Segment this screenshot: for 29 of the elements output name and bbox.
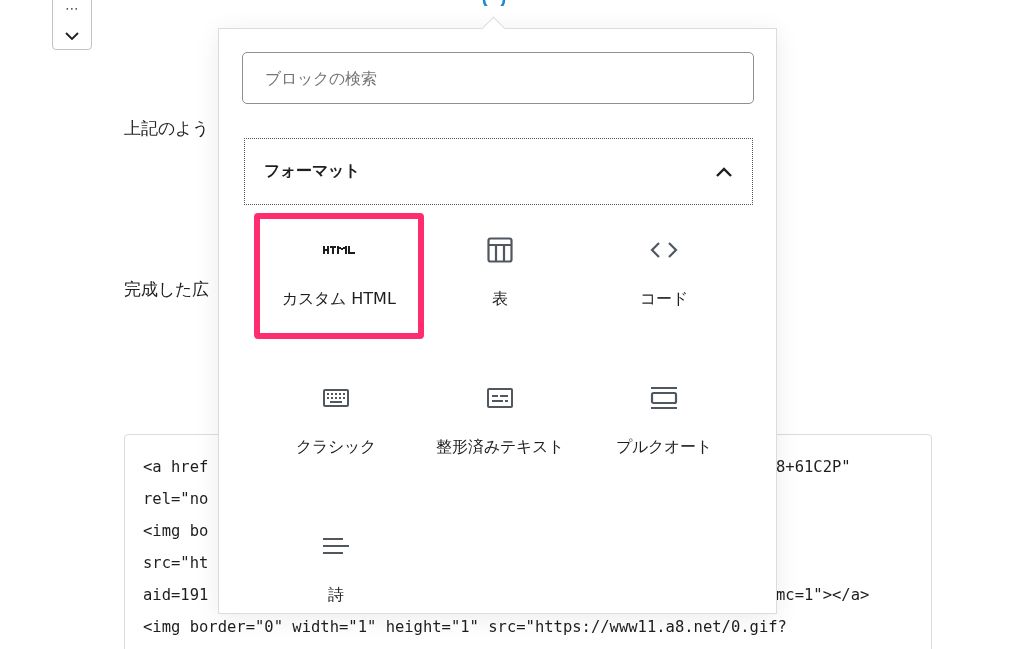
paragraph: 上記のよう — [124, 117, 209, 140]
pullquote-icon — [650, 386, 678, 410]
verse-icon — [323, 537, 349, 555]
code-icon — [650, 242, 678, 258]
code-text: <a href — [143, 458, 209, 476]
code-text: <img bo — [143, 522, 209, 540]
block-item[interactable]: カスタム HTML — [254, 213, 424, 339]
code-text: 8+61C2P" — [776, 457, 851, 478]
code-text: mc=1"></a> — [776, 585, 870, 606]
chevron-down-icon[interactable] — [65, 31, 79, 41]
more-options-icon[interactable]: ⋯ — [65, 1, 79, 16]
category-title: フォーマット — [264, 161, 360, 182]
block-item[interactable]: 詩 — [254, 509, 418, 611]
search-field[interactable]: ブロックの検索 — [242, 52, 754, 104]
code-text: aid=191 — [143, 586, 209, 604]
block-item[interactable]: クラシック — [254, 361, 418, 509]
category-header[interactable]: フォーマット — [244, 138, 753, 205]
add-block-icon[interactable] — [482, 0, 506, 6]
block-item[interactable]: 整形済みテキスト — [418, 361, 582, 509]
table-icon — [487, 237, 513, 263]
code-text: src="ht — [143, 554, 209, 572]
preformatted-icon — [486, 387, 514, 409]
html-icon — [323, 245, 355, 255]
keyboard-icon — [322, 388, 350, 408]
block-item[interactable]: プルクオート — [582, 361, 746, 509]
code-text: <img border="0" width="1" height="1" src="https://www11.a8.net/0.gif? — [143, 618, 787, 636]
paragraph: 完成した広 — [124, 278, 209, 301]
code-text: rel="no — [143, 490, 209, 508]
block-item[interactable]: コード — [582, 213, 746, 361]
